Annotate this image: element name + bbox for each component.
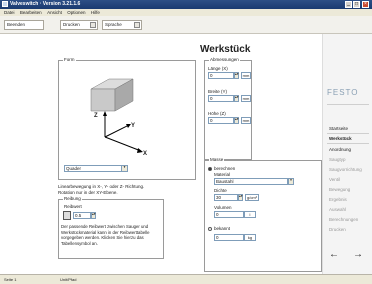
chevron-down-icon[interactable]: ▾ [121, 165, 128, 172]
mass-group: Masse berechnen Material Baustahl ▾ Dich… [204, 157, 322, 272]
x-axis-label: X [143, 151, 148, 157]
friction-group-label: Reibung [63, 196, 82, 201]
menu-file[interactable]: Datei [4, 10, 15, 15]
menu-edit[interactable]: Bearbeiten [20, 10, 42, 15]
friction-group: Reibung Reibwert 0.5 ▴▾ Der passende Rei… [58, 196, 164, 259]
known-radio[interactable] [208, 227, 212, 231]
close-button[interactable]: × [362, 1, 369, 8]
window-title: Valveswitch · Version 3.21.1.6 [10, 1, 81, 7]
festo-logo: FESTO [327, 88, 359, 97]
printer-icon [90, 22, 96, 28]
z-axis-label: Z [94, 113, 98, 119]
friction-description: Der passende Reibwert zwischen Sauger un… [61, 224, 150, 246]
length-input[interactable]: 0 [208, 72, 234, 79]
volume-label: Volumen [214, 205, 232, 210]
forward-arrow-icon[interactable]: → [353, 249, 363, 260]
calc-option-label: berechnen [214, 166, 236, 171]
known-mass-input[interactable]: 0 [214, 234, 244, 241]
back-arrow-icon[interactable]: ← [329, 249, 339, 260]
height-spinner[interactable]: ▴▾ [234, 117, 239, 124]
menu-view[interactable]: Ansicht [47, 10, 62, 15]
flag-icon [134, 22, 140, 28]
material-select[interactable]: Baustahl [214, 178, 288, 185]
status-mid: Unit/Pfad [60, 277, 77, 282]
sidebar: FESTO Startseite Werkstück Anordnung Sau… [322, 34, 372, 274]
print-label: Drucken [63, 22, 80, 27]
height-input[interactable]: 0 [208, 117, 234, 124]
sidebar-divider [327, 143, 369, 144]
calc-radio[interactable] [208, 167, 212, 171]
width-input[interactable]: 0 [208, 95, 234, 102]
sidebar-item-start[interactable]: Startseite [329, 126, 348, 131]
maximize-button[interactable]: □ [353, 1, 360, 8]
friction-spinner[interactable]: ▴▾ [91, 212, 96, 219]
sidebar-item-print[interactable]: Drucken [329, 227, 346, 232]
friction-input[interactable]: 0.5 [73, 212, 91, 219]
shape-select-value: Quader [66, 166, 82, 171]
app-icon [2, 1, 8, 7]
minimize-button[interactable]: _ [345, 1, 352, 8]
density-unit[interactable]: g/cm³ [245, 194, 259, 201]
menu-bar: Datei Bearbeiten Ansicht Optionen Hilfe [0, 9, 372, 16]
y-axis-label: Y [131, 123, 136, 129]
material-label: Material [214, 172, 231, 177]
dimensions-group: Abmessungen Länge (X) 0 ▴▾ mm Breite (Y)… [204, 57, 252, 160]
sidebar-item-workpiece[interactable]: Werkstück [329, 136, 352, 141]
menu-options[interactable]: Optionen [67, 10, 85, 15]
shape-group: Form Z Y X Quader ▾ [58, 57, 196, 180]
sidebar-item-movement[interactable]: Bewegung [329, 187, 350, 192]
shape-select[interactable]: Quader [64, 165, 122, 172]
height-unit[interactable]: mm [241, 117, 251, 124]
sidebar-item-arrangement[interactable]: Anordnung [329, 147, 351, 152]
volume-unit: l [244, 211, 256, 218]
movement-note-2: Rotation nur in der XY-Ebene. [58, 190, 118, 195]
length-label: Länge (X) [208, 66, 228, 71]
title-bar: Valveswitch · Version 3.21.1.6 _ □ × [0, 0, 372, 9]
language-label: Sprache [105, 22, 122, 27]
shape-group-label: Form [63, 57, 76, 62]
volume-input[interactable]: 0 [214, 211, 244, 218]
length-spinner[interactable]: ▴▾ [234, 72, 239, 79]
page-title: Werkstück [200, 44, 251, 55]
friction-value-label: Reibwert [64, 204, 82, 209]
known-mass-unit: kg [244, 234, 256, 241]
sidebar-divider [327, 133, 369, 134]
sidebar-item-calculations[interactable]: Berechnungen [329, 217, 358, 222]
status-left: Seite 1 [4, 277, 17, 282]
density-label: Dichte [214, 188, 227, 193]
width-unit[interactable]: mm [241, 95, 251, 102]
density-spinner[interactable]: ▴▾ [238, 194, 243, 201]
sidebar-item-suction-device[interactable]: Saugvorrichtung [329, 167, 362, 172]
width-label: Breite (Y) [208, 89, 228, 94]
height-label: Höhe (Z) [208, 111, 226, 116]
chevron-down-icon[interactable]: ▾ [288, 178, 294, 185]
known-option-label: bekannt [214, 226, 231, 231]
status-bar: Seite 1 Unit/Pfad [0, 274, 372, 284]
table-icon[interactable] [63, 211, 71, 220]
movement-note-1: Linearbewegung in X-, Y- oder Z- Richtun… [58, 184, 145, 189]
sidebar-item-result[interactable]: Ergebnis [329, 197, 347, 202]
mass-group-label: Masse [209, 157, 225, 162]
sidebar-item-valve[interactable]: Ventil [329, 177, 340, 182]
main-panel: Werkstück Form Z Y X Quader ▾ Abmessunge… [0, 34, 322, 274]
print-button[interactable]: Drucken [60, 20, 98, 30]
dimensions-group-label: Abmessungen [209, 57, 240, 62]
toolbar: Beenden Drucken Sprache [0, 16, 372, 34]
menu-help[interactable]: Hilfe [91, 10, 100, 15]
width-spinner[interactable]: ▴▾ [234, 95, 239, 102]
density-input[interactable]: 30 [214, 194, 238, 201]
length-unit[interactable]: mm [241, 72, 251, 79]
sidebar-item-suction-type[interactable]: Saugtyp [329, 157, 346, 162]
sidebar-divider [327, 104, 369, 105]
sidebar-item-selection[interactable]: Auswahl [329, 207, 346, 212]
exit-button[interactable]: Beenden [4, 20, 44, 30]
language-button[interactable]: Sprache [102, 20, 142, 30]
exit-label: Beenden [7, 22, 26, 27]
